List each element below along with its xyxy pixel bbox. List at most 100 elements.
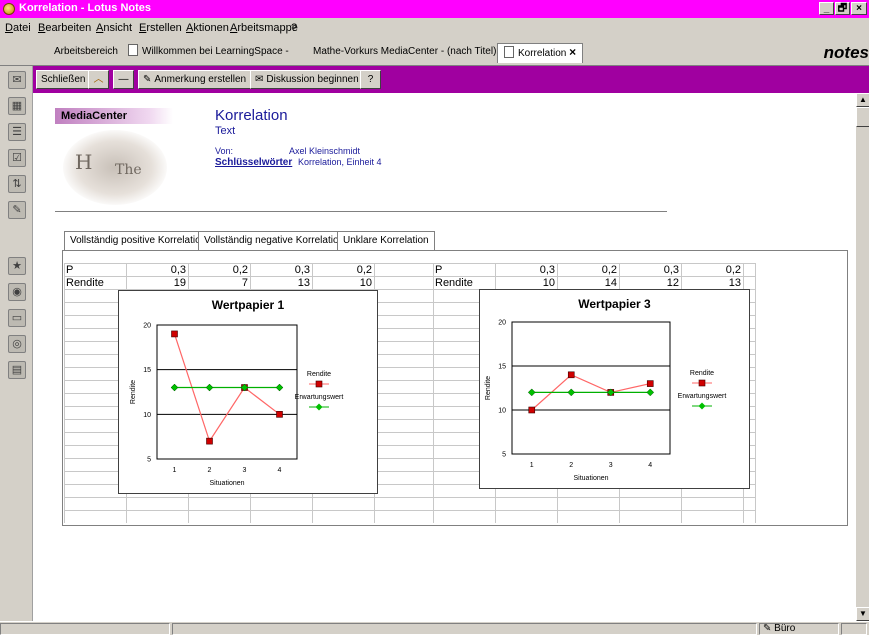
scroll-up-arrow-icon[interactable]: ▲ [856,93,869,107]
from-value: Axel Kleinschmidt [289,146,361,156]
y-tick-label: 20 [143,323,151,330]
y-tick-label: 10 [498,408,506,415]
mail-icon[interactable]: ✉ [8,71,26,89]
legend-label: Erwartungswert [295,394,344,401]
address-book-icon[interactable]: ☰ [8,123,26,141]
discussion-button[interactable]: ✉ Diskussion beginnen [250,70,364,89]
table1-rendite-cell: 13 [297,277,310,289]
tab-positive-correlation[interactable]: Vollständig positive Korrelation [64,231,213,251]
help-button[interactable]: ? [360,70,381,89]
table1-rendite-cell: 7 [241,277,248,289]
window-title: Korrelation - Lotus Notes [19,2,152,14]
x-tick-label: 1 [173,467,177,474]
table2-p-cell: 0,2 [725,264,741,276]
close-tab-icon[interactable]: × [569,45,576,59]
x-tick-label: 4 [648,462,652,469]
document-title: Korrelation [215,107,288,124]
window-tabs: Arbeitsbereich Willkommen bei LearningSp… [0,38,869,66]
menu-help[interactable]: ? [291,22,297,34]
databases-icon[interactable]: ◉ [8,283,26,301]
more-bookmarks-icon[interactable]: ▤ [8,361,26,379]
table2-rendite-cell: 10 [542,277,555,289]
legend-label: Rendite [307,371,331,378]
todo-icon[interactable]: ☑ [8,149,26,167]
menu-erstellen[interactable]: Erstellen [139,22,182,34]
table1-p-cell: 0,3 [294,264,310,276]
table2-p-label: P [435,264,443,276]
legend-marker [698,379,706,387]
mail-status[interactable] [841,623,867,635]
table1-rendite-cell: 19 [173,277,186,289]
close-document-button[interactable]: Schließen [36,70,91,89]
table1-rendite-cell: 10 [359,277,372,289]
data-point-rendite [206,437,213,445]
table2-p-cell: 0,3 [539,264,555,276]
web-bookmarks-icon[interactable]: ◎ [8,335,26,353]
x-tick-label: 4 [278,467,282,474]
scroll-thumb[interactable] [856,107,869,127]
chart-3-svg: Wertpapier 3 5 10 15 20 1 2 3 4 Situationen Rendit… [485,297,726,482]
tab-negative-correlation[interactable]: Vollständig negative Korrelation [198,231,351,252]
y-tick-label: 5 [147,457,151,464]
chart-title: Wertpapier 3 [578,297,651,311]
table1-p-cell: 0,2 [356,264,372,276]
chart-title: Wertpapier 1 [212,298,285,312]
scroll-down-arrow-icon[interactable]: ▼ [856,607,869,621]
newspaper-image: H The [63,130,167,205]
tab-arbeitsbereich[interactable]: Arbeitsbereich [48,44,124,62]
calendar-icon[interactable]: ▦ [8,97,26,115]
brand-logo: notes [823,43,869,62]
from-label: Von: [215,146,234,156]
y-tick-label: 10 [143,412,151,419]
chart-wertpapier-3[interactable]: Wertpapier 3 5 10 15 20 1 2 3 4 Situationen Rendit… [479,289,750,489]
menu-arbeitsmappe[interactable]: Arbeitsmappe [230,22,298,34]
tab-willkommen[interactable]: Willkommen bei LearningSpace - [122,44,295,62]
help-icon: ? [367,74,374,85]
menu-bearbeiten[interactable]: Bearbeiten [38,22,91,34]
folder-icon[interactable]: ▭ [8,309,26,327]
table2-p-cell: 0,3 [663,264,679,276]
data-point-rendite [276,411,283,418]
minimize-button[interactable]: _ [819,2,834,15]
previous-button[interactable]: ︿ [88,70,109,89]
replica-icon[interactable]: ⇅ [8,175,26,193]
annotate-button[interactable]: ✎ Anmerkung erstellen [138,70,252,89]
x-axis-label: Situationen [209,480,244,487]
collapse-button[interactable]: — [113,70,134,89]
tab-unclear-correlation[interactable]: Unklare Korrelation [337,231,435,251]
data-point-rendite [171,330,178,338]
page-icon [504,46,514,58]
chart-wertpapier-1[interactable]: Wertpapier 1 5 10 15 20 1 2 3 4 Situationen Rendit… [118,290,378,494]
tab-mathe-vorkurs[interactable]: Mathe-Vorkurs MediaCenter - (nach Titel) [307,44,502,62]
header-divider [55,211,667,212]
vertical-scrollbar[interactable]: ▲ ▼ [855,93,869,621]
table1-p-cell: 0,3 [170,264,186,276]
close-window-button[interactable]: × [851,2,867,15]
y-tick-label: 5 [502,452,506,459]
x-tick-label: 3 [243,467,247,474]
action-bar: Schließen ︿ — ✎ Anmerkung erstellen ✉ Disk… [33,66,869,93]
data-point-rendite [567,371,575,379]
pen-icon: ✎ [143,74,152,85]
maximize-button[interactable]: 🗗 [835,2,850,15]
legend-label: Rendite [690,370,714,377]
favorites-icon[interactable]: ★ [8,257,26,275]
status-message-cell [172,623,757,635]
x-tick-label: 1 [530,462,534,469]
tab-korrelation[interactable]: Korrelation × [497,43,584,63]
keywords-link[interactable]: Schlüsselwörter [215,157,292,168]
menu-aktionen[interactable]: Aktionen [186,22,229,34]
menu-ansicht[interactable]: Ansicht [96,22,132,34]
newspaper-letter: H [75,150,93,174]
x-tick-label: 2 [208,467,212,474]
y-tick-label: 20 [498,320,506,327]
tools-icon[interactable]: ✎ [8,201,26,219]
y-tick-label: 15 [143,367,151,374]
y-axis-label: Rendite [485,376,492,400]
bookmark-bar: ✉ ▦ ☰ ☑ ⇅ ✎ ★ ◉ ▭ ◎ ▤ [0,66,33,621]
menu-datei[interactable]: Datei [5,22,31,34]
location-selector[interactable]: ✎ Büro [759,623,839,635]
legend-marker [698,402,706,410]
x-tick-label: 3 [609,462,613,469]
legend-marker [315,380,323,388]
